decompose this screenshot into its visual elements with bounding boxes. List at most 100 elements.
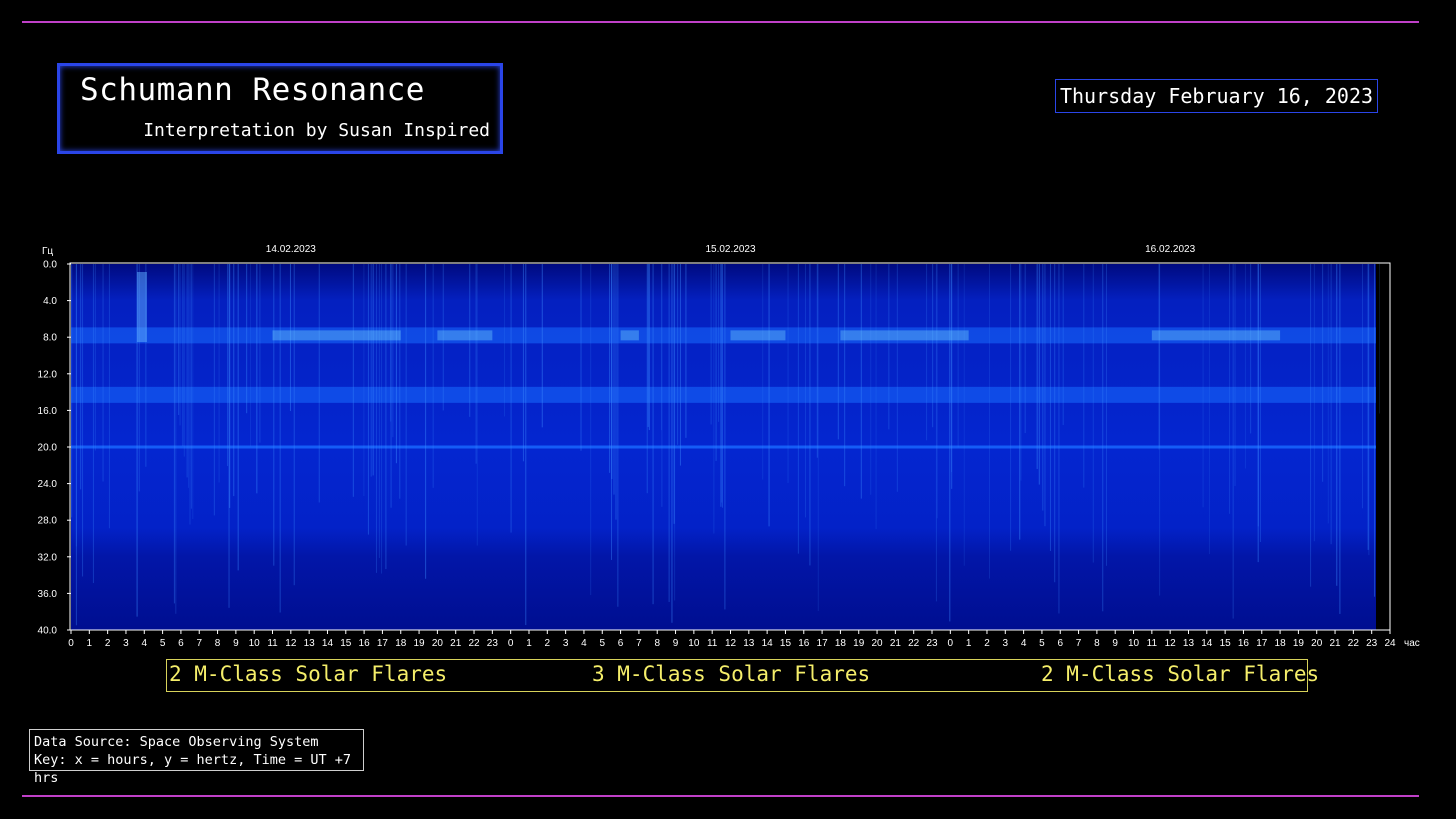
x-tick-label: 15 [340, 638, 352, 649]
interference-streak [936, 264, 938, 519]
interference-streak [1044, 264, 1046, 527]
x-tick-label: 13 [304, 638, 316, 649]
x-tick-label: 10 [688, 638, 700, 649]
interference-streak [1336, 264, 1338, 586]
interference-streak [228, 264, 230, 608]
interference-streak [1310, 264, 1312, 587]
interference-streak [372, 264, 374, 476]
interference-streak [1244, 264, 1246, 469]
spectrogram-plot-area [71, 264, 1380, 630]
interference-streak [1330, 264, 1332, 545]
interference-streak [860, 264, 862, 499]
interference-streak [525, 264, 527, 626]
interference-streak [175, 264, 177, 614]
interference-streak [395, 264, 397, 464]
interference-streak [1378, 264, 1380, 414]
interference-streak [190, 264, 192, 509]
x-tick-label: 20 [432, 638, 444, 649]
x-axis-label: час [1404, 638, 1420, 649]
interference-streak [1257, 264, 1259, 563]
interference-streak [671, 264, 673, 623]
interference-streak [932, 264, 934, 428]
interference-streak [246, 264, 248, 414]
y-tick-label: 28.0 [38, 516, 58, 527]
interference-streak [80, 264, 82, 490]
interference-streak [378, 264, 380, 558]
band-peak [730, 330, 786, 341]
interference-streak [809, 264, 811, 566]
x-tick-label: 15 [1220, 638, 1232, 649]
interference-streak [1322, 264, 1324, 482]
x-tick-label: 20 [1311, 638, 1323, 649]
interference-streak [1259, 264, 1261, 542]
interference-streak [797, 264, 799, 554]
x-tick-label: 19 [1293, 638, 1305, 649]
x-tick-label: 21 [450, 638, 462, 649]
interference-streak [1250, 264, 1252, 434]
interference-streak [1054, 264, 1056, 583]
x-tick-label: 17 [817, 638, 829, 649]
y-axis-label: Гц [42, 246, 53, 257]
interference-streak [1038, 264, 1040, 485]
interference-streak [432, 264, 434, 488]
interference-streak [182, 264, 184, 447]
interference-streak [668, 264, 670, 602]
interference-streak [613, 264, 615, 495]
interference-streak [805, 264, 807, 518]
page-subtitle: Interpretation by Susan Inspired [143, 120, 490, 141]
bottom-divider [22, 795, 1419, 797]
interference-streak [178, 264, 180, 416]
interference-streak [108, 264, 110, 529]
x-tick-label: 18 [1275, 638, 1287, 649]
x-tick-label: 5 [599, 638, 605, 649]
interference-streak [475, 264, 477, 464]
x-tick-label: 1 [966, 638, 972, 649]
x-tick-label: 18 [395, 638, 407, 649]
x-tick-label: 6 [618, 638, 624, 649]
x-tick-label: 4 [141, 638, 147, 649]
interference-streak [237, 264, 239, 571]
interference-streak [1234, 264, 1236, 487]
x-tick-label: 5 [1039, 638, 1045, 649]
y-tick-label: 8.0 [43, 333, 57, 344]
interference-streak [715, 264, 717, 461]
interference-streak [218, 264, 220, 483]
interference-streak [363, 264, 365, 497]
interference-streak [611, 264, 613, 480]
y-tick-label: 24.0 [38, 479, 58, 490]
y-tick-label: 0.0 [43, 260, 57, 271]
interference-streak [615, 264, 617, 520]
interference-streak [293, 264, 295, 586]
interference-streak [1049, 264, 1051, 552]
interference-streak [685, 264, 687, 438]
x-tick-label: 6 [178, 638, 184, 649]
x-tick-label: 14 [1201, 638, 1213, 649]
interference-streak [721, 264, 723, 508]
x-tick-label: 2 [984, 638, 990, 649]
x-tick-label: 3 [123, 638, 129, 649]
interference-streak [1019, 264, 1021, 540]
x-tick-label: 9 [673, 638, 679, 649]
interference-streak [1092, 264, 1094, 563]
x-tick-label: 9 [233, 638, 239, 649]
x-tick-label: 20 [871, 638, 883, 649]
interference-streak [1036, 264, 1038, 469]
interference-streak [590, 264, 592, 596]
interference-streak [580, 264, 582, 451]
date-label: 14.02.2023 [266, 244, 316, 255]
x-tick-label: 2 [545, 638, 551, 649]
top-divider [22, 21, 1419, 23]
interference-streak [1232, 264, 1234, 619]
interference-streak [1229, 264, 1231, 514]
x-tick-label: 0 [948, 638, 954, 649]
y-tick-label: 16.0 [38, 406, 58, 417]
x-tick-label: 23 [926, 638, 938, 649]
x-tick-label: 12 [285, 638, 297, 649]
x-tick-label: 14 [762, 638, 774, 649]
x-tick-label: 3 [1003, 638, 1009, 649]
interference-streak [648, 264, 650, 431]
x-tick-label: 11 [267, 638, 278, 649]
x-tick-label: 19 [853, 638, 865, 649]
x-tick-label: 11 [1147, 638, 1158, 649]
interference-streak [875, 264, 877, 530]
